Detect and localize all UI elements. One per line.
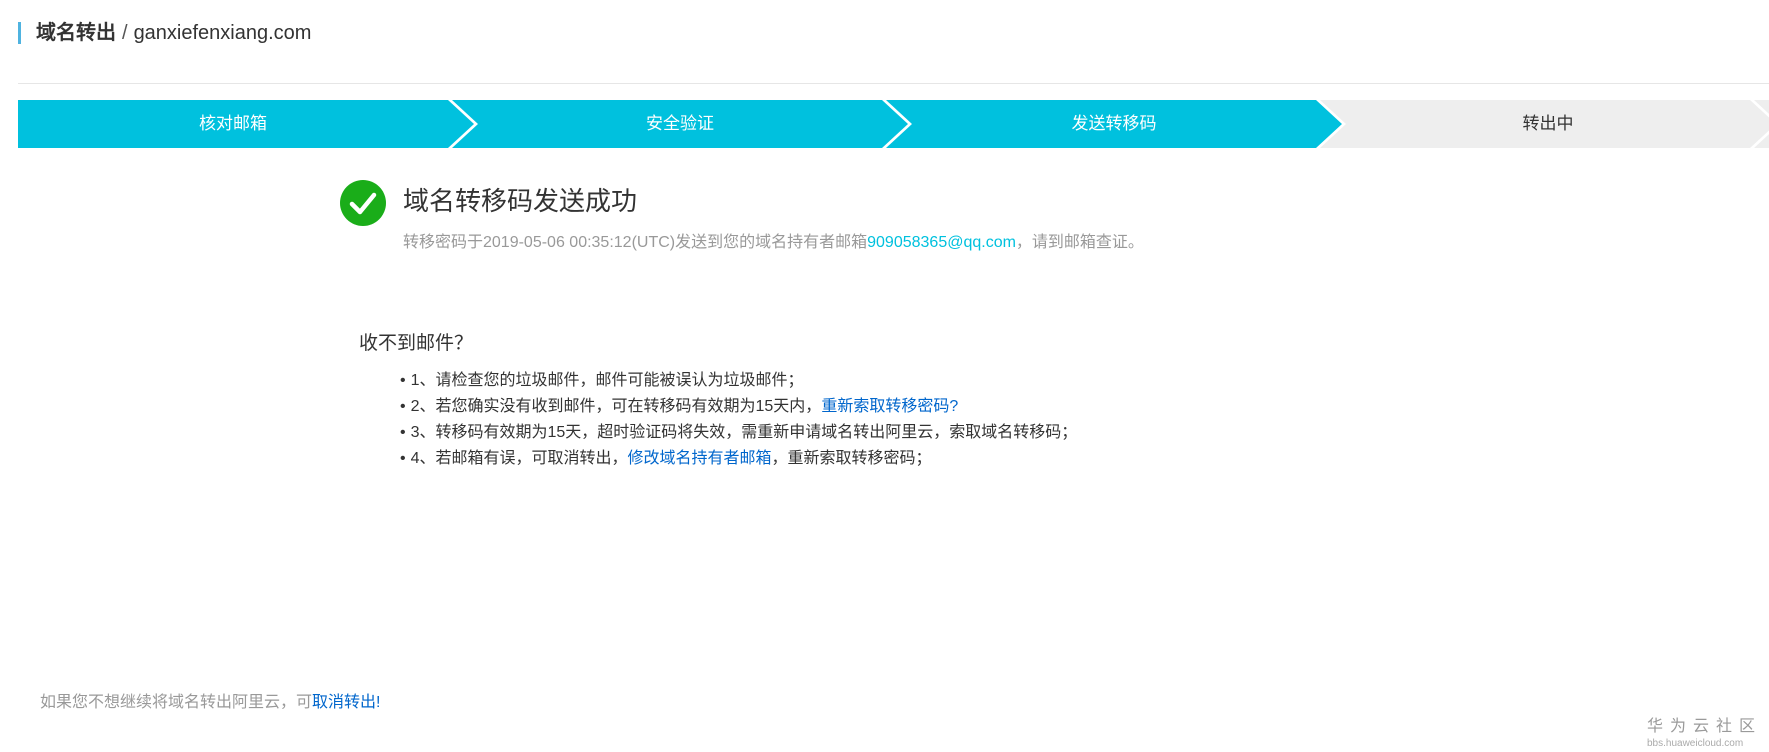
help-title: 收不到邮件？: [359, 333, 474, 354]
resend-transfer-code-link[interactable]: 重新索取转移密码?: [821, 398, 958, 415]
result-title: 域名转移码发送成功: [403, 186, 638, 216]
check-mark-icon: [349, 192, 377, 215]
step-label: 转出中: [1522, 114, 1574, 133]
result-message-suffix: ，请到邮箱查证。: [1015, 234, 1144, 251]
footer-note: 如果您不想继续将域名转出阿里云，可取消转出!: [40, 692, 380, 714]
result-message: 转移密码于2019-05-06 00:35:12(UTC)发送到您的域名持有者邮…: [403, 232, 1144, 254]
help-item-text: 4、若邮箱有误，可取消转出，: [410, 450, 628, 467]
step-send-transfer-code: 发送转移码: [886, 100, 1342, 148]
watermark-brand: 华为云社区: [1647, 718, 1763, 735]
footer-text: 如果您不想继续将域名转出阿里云，可: [40, 694, 313, 711]
help-item-text: 2、若您确实没有收到邮件，可在转移码有效期为15天内，: [410, 398, 822, 415]
list-item: • 2、若您确实没有收到邮件，可在转移码有效期为15天内，重新索取转移密码?: [400, 394, 1077, 420]
check-circle-icon: [340, 180, 386, 226]
breadcrumb-section: 域名转出: [36, 22, 116, 44]
list-item: • 3、转移码有效期为15天，超时验证码将失效，需重新申请域名转出阿里云，索取域名…: [400, 420, 1077, 446]
bullet: •: [400, 398, 406, 415]
breadcrumb-separator: /: [122, 22, 128, 44]
step-security-check: 安全验证: [452, 100, 908, 148]
step-verify-email: 核对邮箱: [18, 100, 474, 148]
bullet: •: [400, 450, 406, 467]
help-item-text: 1、请检查您的垃圾邮件，邮件可能被误认为垃圾邮件；: [410, 372, 804, 389]
step-transferring: 转出中: [1320, 100, 1769, 148]
help-item-text: 3、转移码有效期为15天，超时验证码将失效，需重新申请域名转出阿里云，索取域名转…: [410, 424, 1078, 441]
help-list: • 1、请检查您的垃圾邮件，邮件可能被误认为垃圾邮件； • 2、若您确实没有收到邮件…: [400, 368, 1077, 472]
header-divider: [18, 83, 1769, 84]
edit-owner-email-link[interactable]: 修改域名持有者邮箱: [628, 450, 772, 467]
bullet: •: [400, 372, 406, 389]
breadcrumb-domain: ganxiefenxiang.com: [133, 22, 312, 44]
owner-email: 909058365@qq.com: [867, 234, 1016, 251]
result-message-prefix: 转移密码于2019-05-06 00:35:12(UTC)发送到您的域名持有者邮…: [403, 234, 868, 251]
page-title: 域名转出 / ganxiefenxiang.com: [36, 19, 311, 47]
step-label: 核对邮箱: [199, 114, 267, 133]
help-item-text-after: ，重新索取转移密码；: [771, 450, 932, 467]
step-label: 安全验证: [646, 114, 714, 133]
step-label: 发送转移码: [1071, 114, 1157, 133]
list-item: • 1、请检查您的垃圾邮件，邮件可能被误认为垃圾邮件；: [400, 368, 1077, 394]
watermark-url: bbs.huaweicloud.com: [1647, 738, 1744, 749]
list-item: • 4、若邮箱有误，可取消转出，修改域名持有者邮箱，重新索取转移密码；: [400, 446, 1077, 472]
progress-steps: 核对邮箱 安全验证 发送转移码 转出中: [0, 100, 1769, 148]
header-accent-bar: [18, 22, 21, 44]
bullet: •: [400, 424, 406, 441]
cancel-transfer-link[interactable]: 取消转出!: [312, 694, 380, 711]
